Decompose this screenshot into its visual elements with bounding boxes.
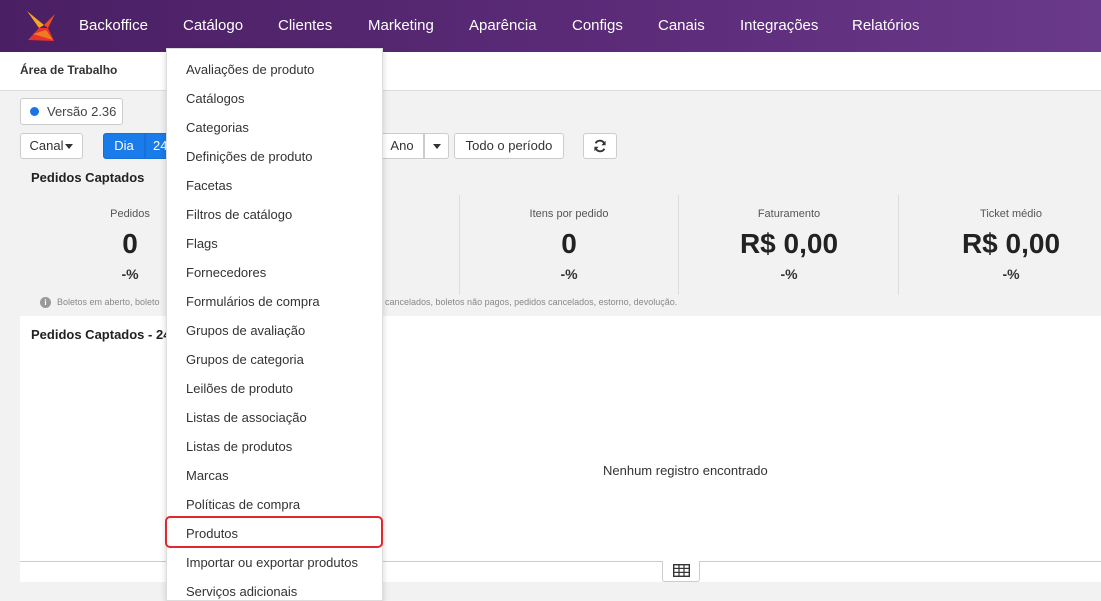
menu-item-marcas[interactable]: Marcas: [167, 461, 382, 490]
nav-configs[interactable]: Configs: [572, 0, 623, 52]
menu-item-facetas[interactable]: Facetas: [167, 171, 382, 200]
stat-value: R$ 0,00: [739, 228, 839, 259]
refresh-button[interactable]: [583, 133, 617, 159]
menu-item-fornecedores[interactable]: Fornecedores: [167, 258, 382, 287]
stat-change: -%: [560, 266, 578, 282]
ano-button[interactable]: Ano: [381, 133, 424, 159]
menu-item-grupos-de-categoria[interactable]: Grupos de categoria: [167, 345, 382, 374]
menu-item-formularios-de-compra[interactable]: Formulários de compra: [167, 287, 382, 316]
nav-clientes[interactable]: Clientes: [278, 0, 332, 52]
nav-relatorios[interactable]: Relatórios: [852, 0, 920, 52]
table-icon: [673, 564, 690, 577]
menu-item-grupos-de-avaliacao[interactable]: Grupos de avaliação: [167, 316, 382, 345]
menu-item-avaliacoes-de-produto[interactable]: Avaliações de produto: [167, 55, 382, 84]
stat-change: -%: [780, 266, 798, 282]
stat-change: -%: [1002, 266, 1020, 282]
dia-value[interactable]: 24: [145, 133, 167, 159]
breadcrumb: Área de Trabalho: [20, 63, 118, 77]
pedidos-section-title: Pedidos Captados: [31, 170, 145, 185]
stat-value: R$ 0,00: [961, 228, 1061, 259]
menu-item-catalogos[interactable]: Catálogos: [167, 84, 382, 113]
highlight-box: [165, 516, 383, 548]
ano-dropdown-toggle[interactable]: [424, 133, 449, 159]
menu-item-listas-de-associacao[interactable]: Listas de associação: [167, 403, 382, 432]
stat-label: Faturamento: [757, 208, 821, 220]
status-dot-icon: [30, 107, 39, 116]
version-badge: Versão 2.36: [20, 98, 123, 125]
menu-item-politicas-de-compra[interactable]: Políticas de compra: [167, 490, 382, 519]
stat-faturamento: Faturamento R$ 0,00 -%: [679, 192, 899, 296]
menu-item-listas-de-produtos[interactable]: Listas de produtos: [167, 432, 382, 461]
nav-marketing[interactable]: Marketing: [368, 0, 434, 52]
stat-ticket-medio: Ticket médio R$ 0,00 -%: [900, 192, 1101, 296]
stat-divider: [898, 195, 899, 295]
empty-message: Nenhum registro encontrado: [603, 463, 768, 478]
stat-itens-por-pedido: Itens por pedido 0 -%: [459, 192, 679, 296]
canal-dropdown[interactable]: Canal: [20, 133, 83, 159]
nav-backoffice[interactable]: Backoffice: [79, 0, 148, 52]
chevron-down-icon: [65, 144, 74, 150]
brand-logo-icon[interactable]: [24, 8, 58, 44]
menu-item-servicos-adicionais[interactable]: Serviços adicionais: [167, 577, 382, 601]
version-label: Versão 2.36: [47, 104, 117, 119]
stats-note-left: Boletos em aberto, boleto: [57, 297, 160, 307]
chevron-down-icon: [432, 144, 441, 150]
nav-canais[interactable]: Canais: [658, 0, 705, 52]
stat-value: 0: [561, 228, 577, 259]
menu-item-definicoes-de-produto[interactable]: Definições de produto: [167, 142, 382, 171]
stats-note-right: es cancelados, boletos não pagos, pedido…: [373, 297, 678, 307]
nav-catalogo[interactable]: Catálogo: [183, 0, 243, 52]
stat-label: Itens por pedido: [529, 208, 609, 220]
dia-button[interactable]: Dia: [103, 133, 145, 159]
chart-title: Pedidos Captados - 24: [31, 327, 171, 342]
menu-item-categorias[interactable]: Categorias: [167, 113, 382, 142]
stat-label: Ticket médio: [980, 208, 1042, 220]
nav-aparencia[interactable]: Aparência: [469, 0, 537, 52]
top-navbar: Backoffice Catálogo Clientes Marketing A…: [0, 0, 1101, 52]
menu-item-leiloes-de-produto[interactable]: Leilões de produto: [167, 374, 382, 403]
canal-label: Canal: [29, 138, 64, 153]
info-icon: i: [40, 297, 51, 308]
menu-item-importar-ou-exportar-produtos[interactable]: Importar ou exportar produtos: [167, 548, 382, 577]
refresh-icon: [594, 139, 606, 153]
todo-periodo-button[interactable]: Todo o período: [454, 133, 564, 159]
menu-item-flags[interactable]: Flags: [167, 229, 382, 258]
nav-integracoes[interactable]: Integrações: [740, 0, 818, 52]
menu-item-filtros-de-catalogo[interactable]: Filtros de catálogo: [167, 200, 382, 229]
table-view-button[interactable]: [662, 561, 700, 582]
